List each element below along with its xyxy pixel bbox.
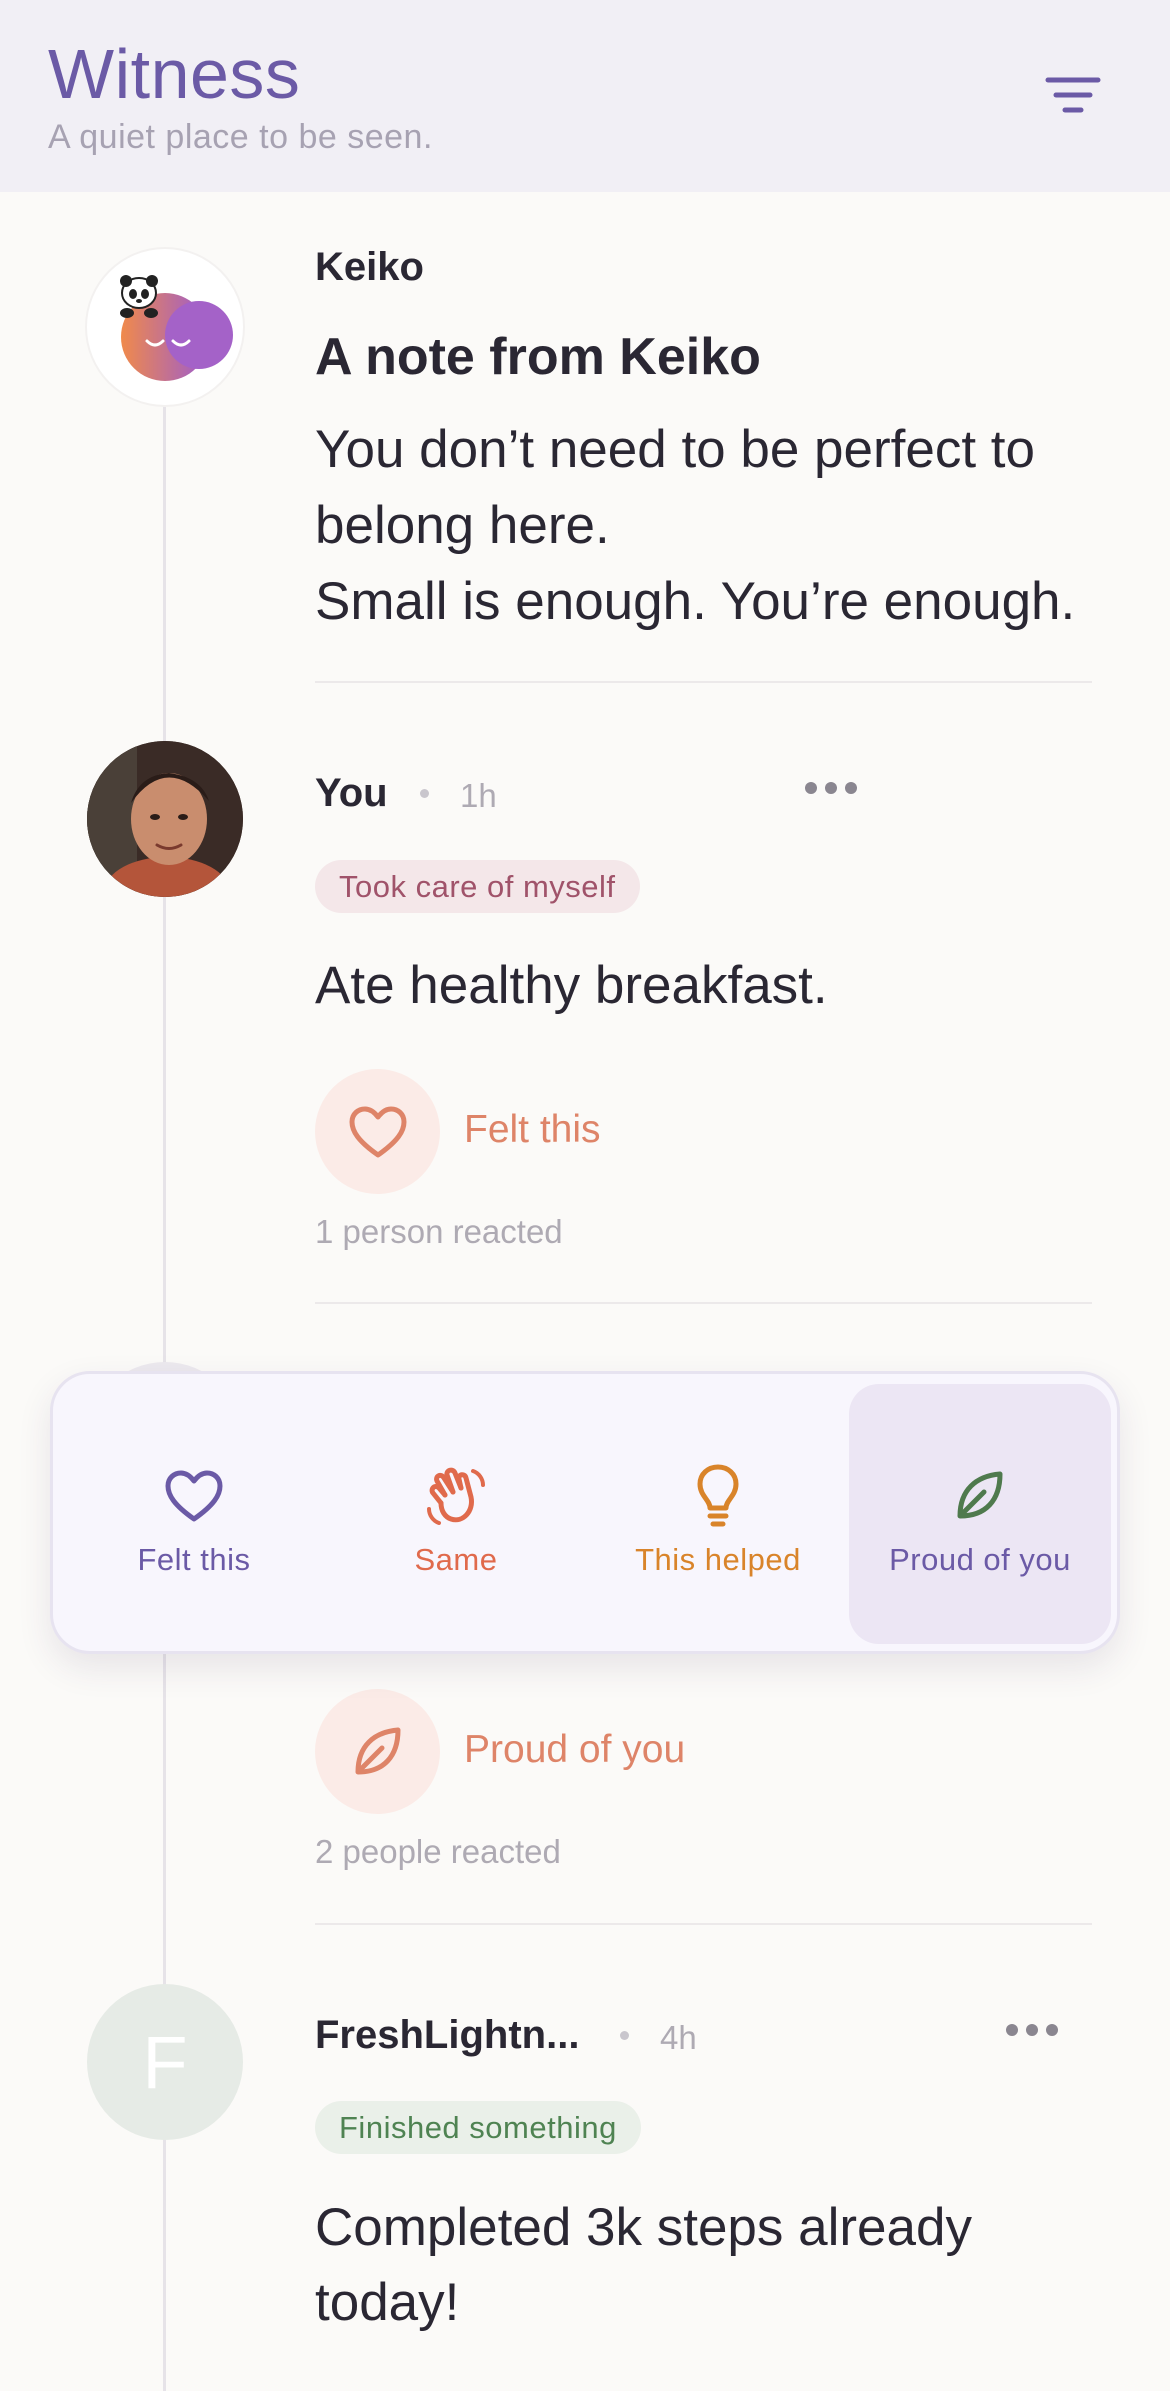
picker-option-felt-this[interactable]: Felt this [63,1384,325,1644]
keiko-avatar [87,249,243,405]
user-photo-icon [87,741,243,897]
divider [315,1302,1092,1304]
post-text: Completed 3k steps already today! [315,2190,1095,2340]
picker-option-label: This helped [635,1542,801,1577]
picker-option-label: Felt this [137,1542,251,1577]
reaction-count: 2 people reacted [315,1833,561,1870]
post-author: FreshLightn... [315,2013,580,2057]
note-body-line: You don’t need to be perfect to [315,420,1036,479]
app-title: Witness [48,35,301,113]
more-horizontal-icon [805,782,857,794]
leaf-icon [355,1727,400,1774]
app-header: Witness A quiet place to be seen. [0,0,1170,192]
note-author: Keiko [315,245,424,289]
reaction-picker: Felt this Same This helped Proud of you [50,1371,1120,1654]
note-title: A note from Keiko [315,328,761,386]
picker-option-proud-of-you[interactable]: Proud of you [849,1384,1111,1644]
post-tag: Finished something [315,2101,641,2154]
filter-button[interactable] [1040,72,1106,122]
wave-hand-icon [427,1467,485,1525]
post-time: 1h [460,777,497,814]
more-options-button[interactable] [1005,2005,1059,2050]
heart-icon [349,1106,406,1157]
more-horizontal-icon [1006,2024,1058,2036]
user-avatar: F [87,1984,243,2140]
picker-option-label: Proud of you [889,1542,1071,1577]
post-time: 4h [660,2019,697,2056]
post-tag: Took care of myself [315,860,640,913]
leaf-icon [957,1471,1003,1519]
meta-separator [620,2031,629,2040]
post-text: Ate healthy breakfast. [315,956,828,1015]
picker-option-this-helped[interactable]: This helped [587,1384,849,1644]
reaction-label[interactable]: Proud of you [464,1728,685,1772]
reaction-button[interactable] [315,1069,440,1194]
picker-option-label: Same [414,1542,498,1577]
reaction-count: 1 person reacted [315,1213,563,1250]
panda-moon-icon [120,275,233,381]
app-subtitle: A quiet place to be seen. [48,118,433,156]
lightbulb-icon [697,1464,739,1527]
reaction-label[interactable]: Felt this [464,1108,601,1152]
divider [315,681,1092,683]
divider [315,1923,1092,1925]
note-body: You don’t need to be perfect to belong h… [315,412,1115,640]
post-author: You [315,771,388,815]
reaction-button[interactable] [315,1689,440,1814]
meta-separator [420,789,429,798]
user-avatar [87,741,243,897]
picker-option-same[interactable]: Same [325,1384,587,1644]
post-text-line: today! [315,2273,460,2332]
note-body-line: belong here. [315,496,610,555]
heart-icon [165,1470,223,1522]
filter-icon [1045,77,1101,113]
more-options-button[interactable] [804,763,858,808]
note-body-line: Small is enough. You’re enough. [315,572,1076,631]
post-text-line: Completed 3k steps already [315,2198,972,2257]
